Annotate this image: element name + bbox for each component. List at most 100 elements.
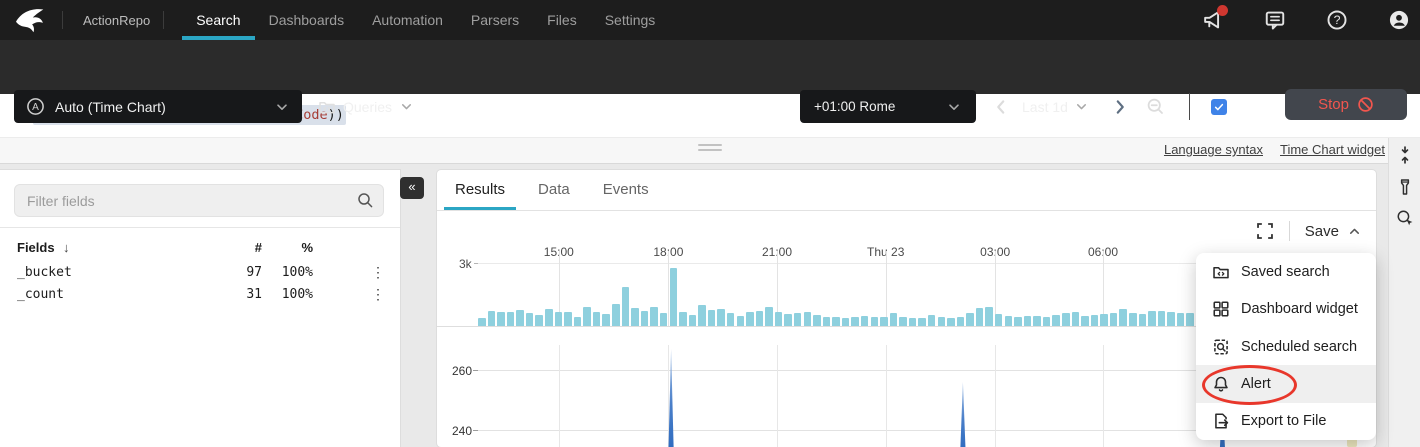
live-toggle[interactable]: Live bbox=[1211, 90, 1262, 123]
histogram-bar bbox=[957, 317, 965, 326]
histogram-bar bbox=[851, 317, 859, 326]
histogram-bar bbox=[1081, 316, 1089, 326]
fields-header-row: Fields ↓ # % bbox=[0, 240, 400, 260]
histogram-bar bbox=[832, 317, 840, 326]
toolbar-divider bbox=[1189, 93, 1190, 120]
fullscreen-icon[interactable] bbox=[1256, 222, 1274, 240]
histogram-bar bbox=[574, 317, 582, 326]
nav-item-settings[interactable]: Settings bbox=[591, 0, 670, 40]
histogram-bar bbox=[1186, 313, 1194, 326]
visualization-selector[interactable]: Auto (Time Chart) bbox=[14, 90, 302, 123]
histogram-bar bbox=[976, 308, 984, 326]
histogram-bar bbox=[717, 309, 725, 326]
histogram-bar bbox=[966, 313, 974, 326]
previous-time-window-icon[interactable] bbox=[991, 97, 1011, 117]
active-tab-underline bbox=[182, 36, 254, 40]
time-range-label: Last 1d bbox=[1022, 99, 1068, 115]
time-range-dropdown[interactable]: Last 1d bbox=[1022, 90, 1089, 123]
histogram-bar bbox=[995, 314, 1003, 326]
language-syntax-link[interactable]: Language syntax bbox=[1164, 142, 1263, 157]
next-time-window-icon[interactable] bbox=[1110, 97, 1130, 117]
nav-item-parsers[interactable]: Parsers bbox=[457, 0, 533, 40]
splitter-handle[interactable] bbox=[698, 144, 722, 154]
save-button[interactable]: Save bbox=[1305, 223, 1362, 240]
histogram-bar bbox=[794, 313, 802, 326]
histogram-bar bbox=[1091, 315, 1099, 326]
kebab-menu-icon[interactable]: ⋮ bbox=[370, 285, 386, 305]
dashboard-widget-icon bbox=[1212, 300, 1230, 318]
fields-column-header[interactable]: Fields bbox=[17, 240, 55, 255]
chevron-down-icon bbox=[399, 99, 414, 114]
tab-results[interactable]: Results bbox=[444, 170, 516, 210]
nav-item-dashboards[interactable]: Dashboards bbox=[255, 0, 359, 40]
flashlight-icon[interactable] bbox=[1396, 178, 1414, 196]
filter-section bbox=[0, 170, 400, 228]
tab-events[interactable]: Events bbox=[592, 170, 660, 210]
histogram-bar bbox=[670, 268, 678, 326]
histogram-bar bbox=[1033, 316, 1041, 326]
time-chart-widget-link[interactable]: Time Chart widget bbox=[1280, 142, 1385, 157]
top-nav-bar: ActionRepo Search Dashboards Automation … bbox=[0, 0, 1420, 40]
count-column-header: # bbox=[222, 240, 262, 255]
tab-data[interactable]: Data bbox=[527, 170, 581, 210]
histogram-bar bbox=[871, 317, 879, 326]
histogram-bar bbox=[612, 304, 620, 326]
collapse-editor-icon[interactable] bbox=[1396, 146, 1414, 164]
histogram-bar bbox=[1177, 313, 1185, 326]
field-row-bucket[interactable]: _bucket 97 100% ⋮ bbox=[0, 262, 400, 284]
histogram-bar bbox=[765, 307, 773, 326]
histogram-bar bbox=[631, 308, 639, 326]
chevron-down-icon bbox=[946, 99, 962, 115]
nav-items: Search Dashboards Automation Parsers Fil… bbox=[182, 0, 669, 40]
feedback-icon[interactable] bbox=[1264, 9, 1286, 31]
right-rail bbox=[1388, 138, 1420, 447]
y-axis-top-label: 3k bbox=[459, 257, 472, 271]
histogram-bar bbox=[1167, 312, 1175, 326]
histogram-bar bbox=[1129, 313, 1137, 326]
crowdstrike-falcon-logo[interactable] bbox=[12, 6, 48, 34]
filter-fields-input[interactable] bbox=[14, 184, 384, 217]
queries-dropdown[interactable]: Queries bbox=[318, 90, 414, 123]
histogram-bar bbox=[1158, 311, 1166, 326]
histogram-bar bbox=[593, 312, 601, 326]
histogram-bar bbox=[890, 313, 898, 326]
nav-item-files[interactable]: Files bbox=[533, 0, 591, 40]
nav-item-search[interactable]: Search bbox=[182, 0, 254, 40]
nav-item-automation[interactable]: Automation bbox=[358, 0, 457, 40]
menu-item-alert[interactable]: Alert bbox=[1196, 365, 1376, 402]
results-tabs: Results Data Events bbox=[437, 170, 1376, 211]
menu-item-saved-search[interactable]: Saved search bbox=[1196, 253, 1376, 290]
histogram-bar bbox=[918, 318, 926, 326]
field-row-count[interactable]: _count 31 100% ⋮ bbox=[0, 284, 400, 306]
histogram-bar bbox=[880, 317, 888, 326]
zoom-out-icon[interactable] bbox=[1146, 97, 1166, 117]
histogram-bar bbox=[842, 318, 850, 326]
repo-name[interactable]: ActionRepo bbox=[83, 13, 150, 28]
histogram-bar bbox=[737, 316, 745, 326]
timezone-selector[interactable]: +01:00 Rome bbox=[800, 90, 976, 123]
kebab-menu-icon[interactable]: ⋮ bbox=[370, 263, 386, 283]
announcements-icon[interactable] bbox=[1202, 9, 1224, 31]
histogram-bar bbox=[641, 311, 649, 326]
histogram-bar bbox=[784, 314, 792, 326]
live-checkbox[interactable] bbox=[1211, 99, 1227, 115]
histogram-bar bbox=[526, 313, 534, 326]
queries-folder-icon bbox=[318, 98, 336, 116]
menu-item-dashboard-widget[interactable]: Dashboard widget bbox=[1196, 290, 1376, 327]
collapse-fields-panel-button[interactable]: « bbox=[400, 177, 424, 199]
histogram-bar bbox=[564, 312, 572, 326]
count-spike bbox=[960, 382, 965, 447]
menu-item-export-to-file[interactable]: Export to File bbox=[1196, 403, 1376, 440]
sort-descending-icon[interactable]: ↓ bbox=[63, 240, 70, 255]
histogram-bar bbox=[1119, 309, 1127, 326]
save-dropdown-menu: Saved search Dashboard widget Scheduled … bbox=[1196, 253, 1376, 440]
stop-button[interactable]: Stop bbox=[1285, 89, 1407, 120]
histogram-bar bbox=[622, 287, 630, 326]
inspect-search-icon[interactable] bbox=[1396, 209, 1414, 227]
menu-item-scheduled-search[interactable]: Scheduled search bbox=[1196, 328, 1376, 365]
help-icon[interactable] bbox=[1326, 9, 1348, 31]
count-spike bbox=[668, 349, 673, 447]
histogram-bar bbox=[746, 312, 754, 326]
user-avatar[interactable] bbox=[1388, 9, 1410, 31]
histogram-bar bbox=[928, 315, 936, 326]
